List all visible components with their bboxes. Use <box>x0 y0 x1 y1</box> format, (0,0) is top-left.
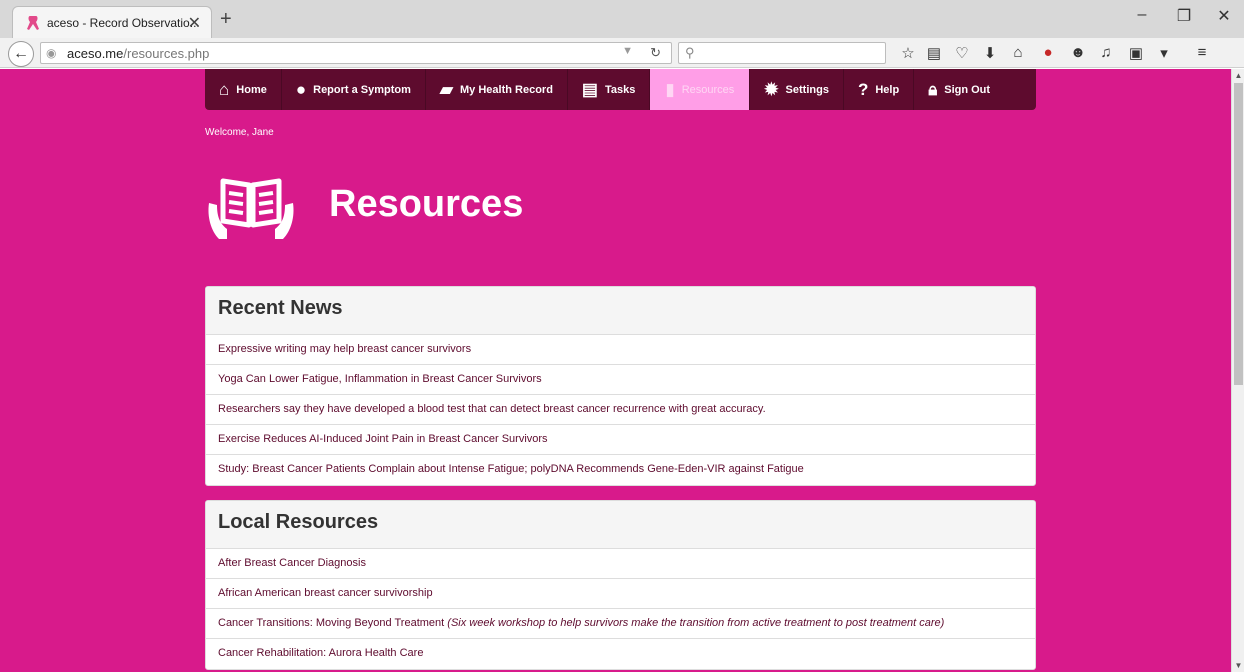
resource-label: After Breast Cancer Diagnosis <box>218 557 366 569</box>
adblock-icon[interactable]: ● <box>1036 44 1060 61</box>
resource-link[interactable]: Cancer Transitions: Moving Beyond Treatm… <box>206 609 1035 639</box>
news-link[interactable]: Yoga Can Lower Fatigue, Inflammation in … <box>206 365 1035 395</box>
panel-heading: Recent News <box>206 287 1035 335</box>
scroll-up-icon[interactable]: ▲ <box>1232 71 1244 80</box>
resource-link[interactable]: Cancer Rehabilitation: Aurora Health Car… <box>206 639 1035 669</box>
scroll-down-icon[interactable]: ▼ <box>1232 661 1244 670</box>
browser-tab[interactable]: aceso - Record Observatio... ✕ <box>12 6 212 38</box>
page-scrollbar[interactable]: ▲ ▼ <box>1231 69 1244 672</box>
nav-item-settings[interactable]: ✹ Settings <box>750 69 844 110</box>
scrollbar-thumb[interactable] <box>1234 83 1243 385</box>
resource-link[interactable]: African American breast cancer survivors… <box>206 579 1035 609</box>
page-title: Resources <box>329 183 524 225</box>
url-host: aceso.me <box>67 46 124 61</box>
nav-item-health-record[interactable]: ▰ My Health Record <box>426 69 568 110</box>
new-tab-icon[interactable]: + <box>220 8 232 31</box>
menu-icon[interactable]: ≡ <box>1190 44 1214 61</box>
close-window-icon[interactable]: ✕ <box>1204 6 1244 26</box>
extension-icon[interactable]: ♫ <box>1094 44 1118 61</box>
minimize-icon[interactable]: – <box>1122 6 1162 24</box>
resource-note: (Six week workshop to help survivors mak… <box>447 617 945 629</box>
news-link[interactable]: Expressive writing may help breast cance… <box>206 335 1035 365</box>
person-icon: ● <box>295 80 307 99</box>
news-link[interactable]: Study: Breast Cancer Patients Complain a… <box>206 455 1035 485</box>
browser-tab-bar: aceso - Record Observatio... ✕ + – ❐ ✕ <box>0 0 1244 38</box>
resource-link[interactable]: After Breast Cancer Diagnosis <box>206 549 1035 579</box>
question-icon: ? <box>857 80 869 99</box>
search-input[interactable]: ⚲ <box>678 42 886 64</box>
news-link[interactable]: Exercise Reduces AI-Induced Joint Pain i… <box>206 425 1035 455</box>
nav-label: Home <box>236 83 267 96</box>
reload-icon[interactable]: ↻ <box>650 45 661 61</box>
globe-icon: ◉ <box>46 46 57 60</box>
search-icon: ⚲ <box>685 45 695 60</box>
url-dropdown-icon[interactable]: ▼ <box>622 45 633 57</box>
welcome-message: Welcome, Jane <box>205 127 274 138</box>
resource-label: Cancer Rehabilitation: Aurora Health Car… <box>218 647 424 659</box>
url-text: aceso.me/resources.php <box>67 46 209 61</box>
nav-label: Help <box>875 83 900 96</box>
back-arrow-icon[interactable]: ← <box>8 41 34 67</box>
main-nav: ⌂ Home ● Report a Symptom ▰ My Health Re… <box>205 69 1036 110</box>
gear-icon: ✹ <box>764 80 779 99</box>
screenshot-icon[interactable]: ▣ <box>1124 44 1148 62</box>
panel-heading: Local Resources <box>206 501 1035 549</box>
resource-label: African American breast cancer survivors… <box>218 587 433 599</box>
home-icon: ⌂ <box>219 80 230 99</box>
bookmark-star-icon[interactable]: ☆ <box>896 44 920 62</box>
url-bar[interactable]: ◉ aceso.me/resources.php ▼ ↻ <box>40 42 672 64</box>
nav-item-resources[interactable]: ▮ Resources <box>650 69 751 110</box>
pocket-icon[interactable]: ♡ <box>950 44 974 62</box>
lock-icon: 🔒︎ <box>928 80 938 99</box>
download-icon[interactable]: ⬇ <box>978 44 1002 62</box>
nav-label: Report a Symptom <box>313 83 411 96</box>
nav-item-sign-out[interactable]: 🔒︎ Sign Out <box>914 69 1004 110</box>
nav-label: My Health Record <box>460 83 553 96</box>
nav-item-tasks[interactable]: ▤ Tasks <box>568 69 651 110</box>
url-path: /resources.php <box>123 46 210 61</box>
page-content: ⌂ Home ● Report a Symptom ▰ My Health Re… <box>0 69 1231 672</box>
list-icon: ▤ <box>581 80 598 99</box>
recent-news-panel: Recent News Expressive writing may help … <box>205 286 1036 486</box>
nav-label: Tasks <box>604 83 636 96</box>
nav-item-report-symptom[interactable]: ● Report a Symptom <box>282 69 426 110</box>
folder-icon: ▰ <box>439 80 453 99</box>
screenshot-dropdown-icon[interactable]: ▾ <box>1152 44 1176 62</box>
nav-item-home[interactable]: ⌂ Home <box>205 69 282 110</box>
nav-label: Resources <box>681 83 735 96</box>
nav-label: Settings <box>785 83 829 96</box>
reading-list-icon[interactable]: ▤ <box>922 44 946 62</box>
tab-title: aceso - Record Observatio... <box>47 16 200 30</box>
ribbon-icon <box>27 16 39 30</box>
open-book-icon <box>208 178 294 239</box>
close-tab-icon[interactable]: ✕ <box>188 13 201 33</box>
restore-icon[interactable]: ❐ <box>1164 6 1204 26</box>
browser-nav-bar: ← ◉ aceso.me/resources.php ▼ ↻ ⚲ ☆ ▤ ♡ ⬇… <box>0 38 1244 68</box>
nav-item-help[interactable]: ? Help <box>844 69 915 110</box>
local-resources-panel: Local Resources After Breast Cancer Diag… <box>205 500 1036 670</box>
book-icon: ▮ <box>665 80 675 99</box>
resource-label: Cancer Transitions: Moving Beyond Treatm… <box>218 617 445 629</box>
news-link[interactable]: Researchers say they have developed a bl… <box>206 395 1035 425</box>
home-browser-icon[interactable]: ⌂ <box>1006 44 1030 61</box>
nav-label: Sign Out <box>944 83 991 96</box>
chat-icon[interactable]: ☻ <box>1066 44 1090 61</box>
